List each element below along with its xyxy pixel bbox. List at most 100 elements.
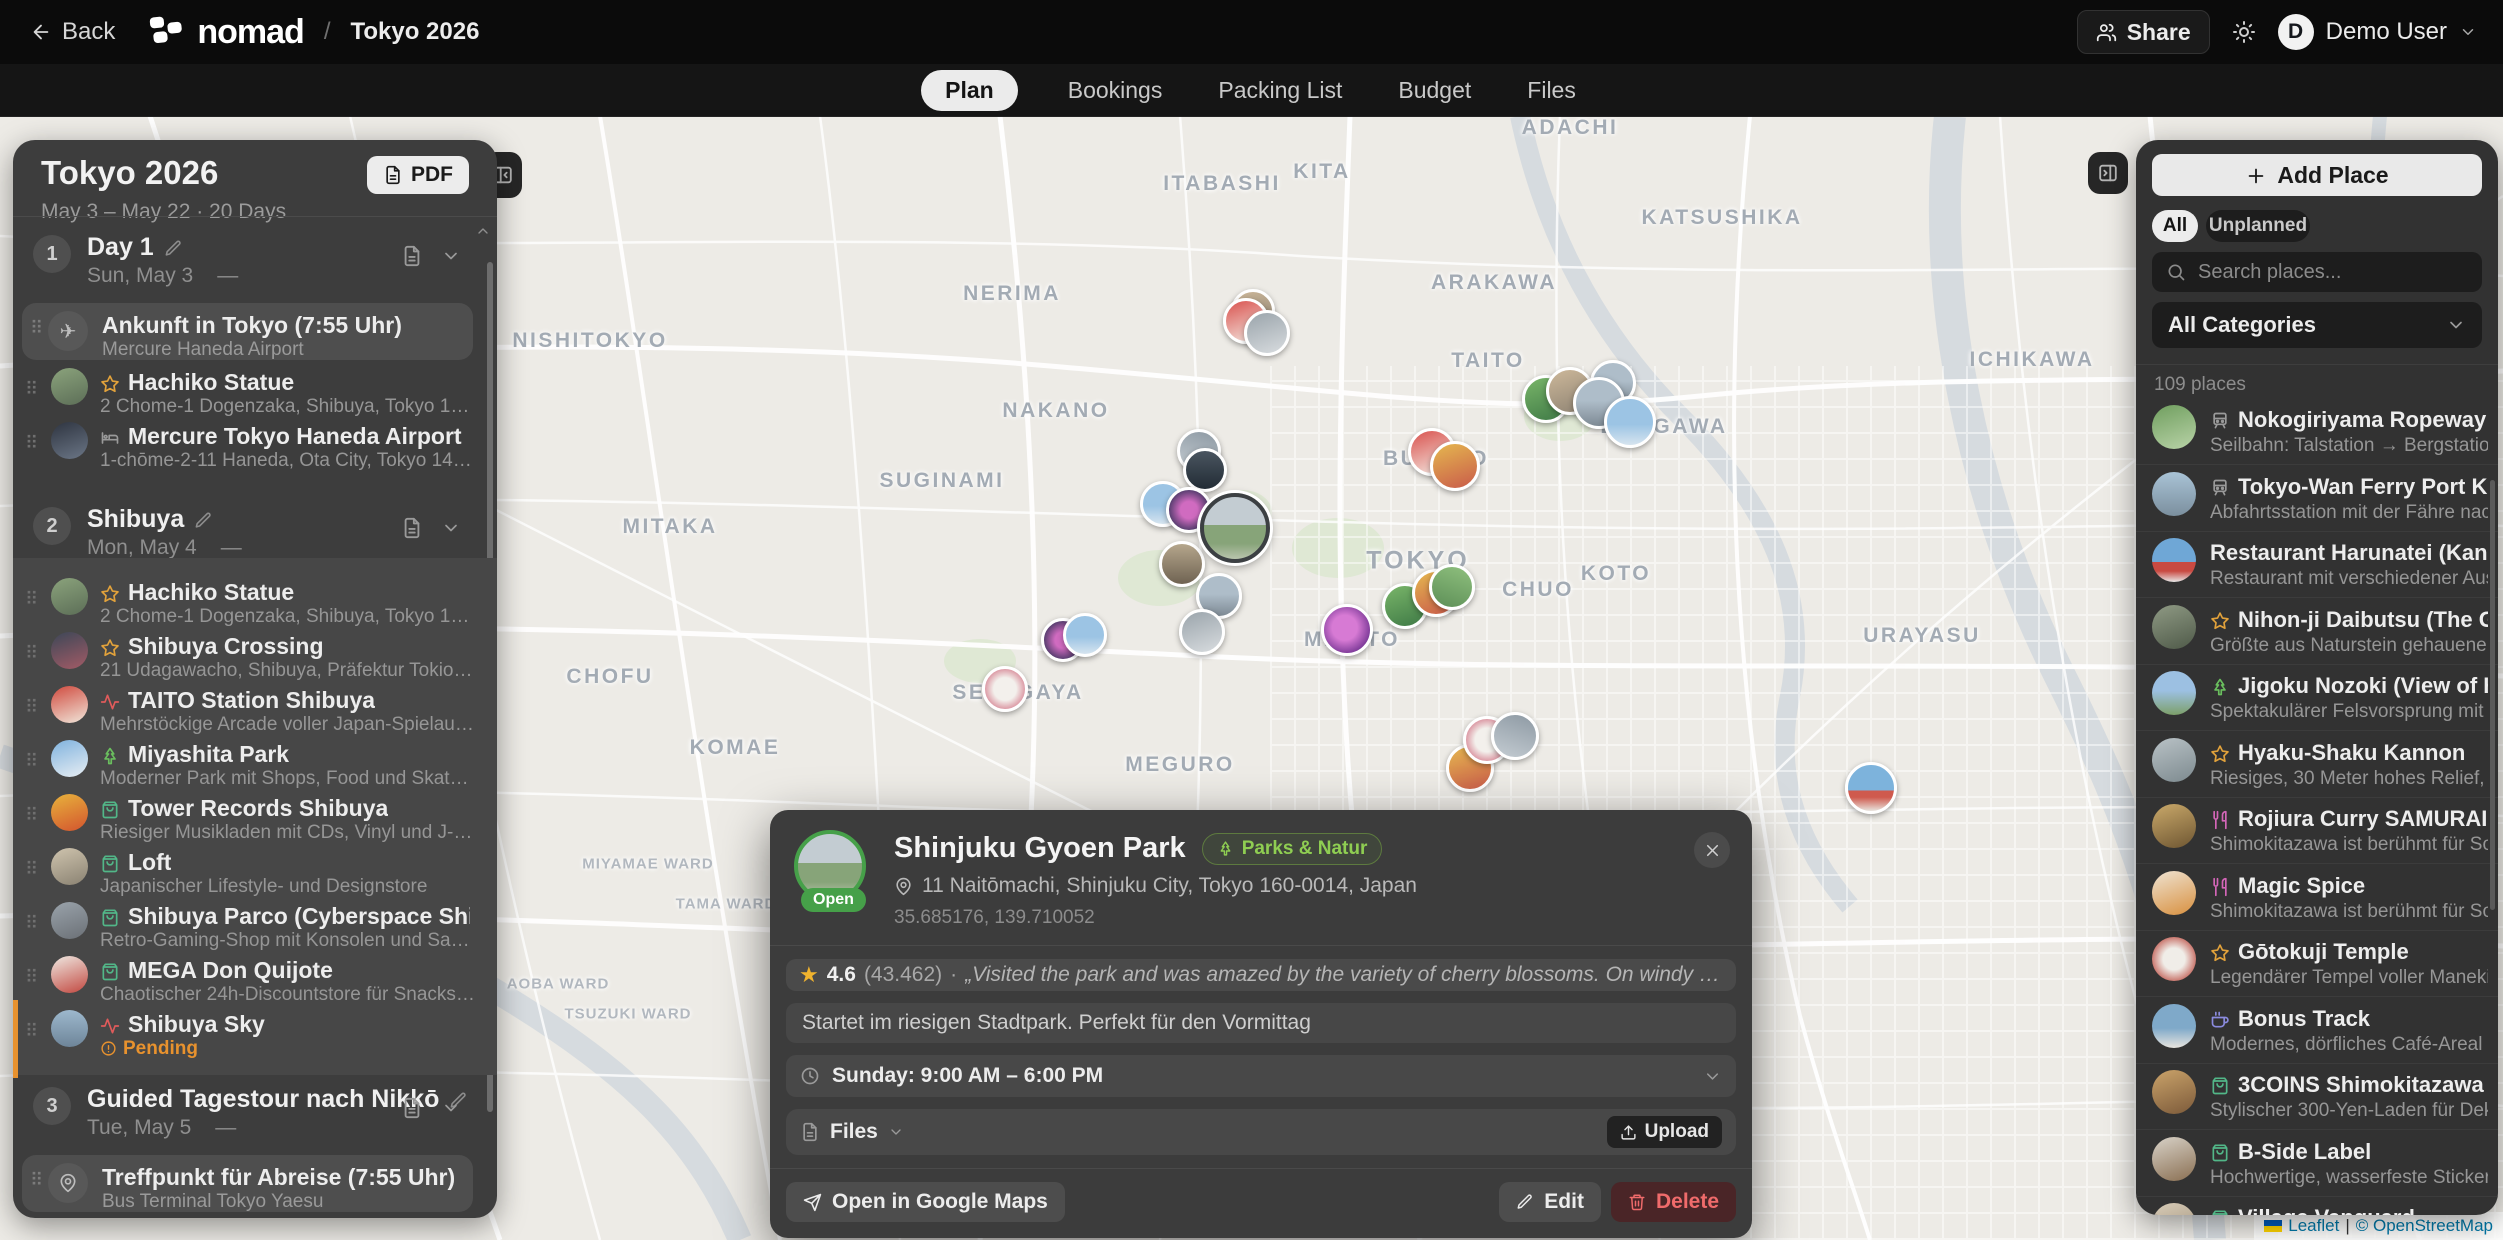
drag-handle[interactable]: ⠿ — [25, 643, 36, 664]
filter-all[interactable]: All — [2152, 210, 2198, 242]
drag-handle[interactable]: ⠿ — [25, 433, 36, 454]
place-list-item[interactable]: Hyaku-Shaku Kannon Riesiges, 30 Meter ho… — [2136, 731, 2498, 798]
day-date: Tue, May 5— — [87, 1116, 236, 1140]
place-list-item[interactable]: B-Side Label Hochwertige, wasserfeste St… — [2136, 1130, 2498, 1197]
place-list-item[interactable]: Magic Spice Shimokitazawa ist berühmt fü… — [2136, 864, 2498, 931]
edit-day-icon[interactable] — [164, 233, 183, 261]
delete-button[interactable]: Delete — [1611, 1182, 1736, 1222]
place-photo — [2152, 871, 2196, 915]
place-list-item[interactable]: Restaurant Harunatei (Kanaya Po... Resta… — [2136, 531, 2498, 598]
filter-unplanned[interactable]: Unplanned — [2206, 210, 2310, 242]
place-photo — [2152, 1137, 2196, 1181]
place-list-item[interactable]: Village Vanguard — [2136, 1196, 2498, 1215]
map-marker-photo[interactable] — [1604, 396, 1656, 448]
tab-packing-list[interactable]: Packing List — [1212, 70, 1348, 111]
day-notes-icon[interactable] — [401, 517, 423, 539]
map-marker-photo[interactable] — [1063, 613, 1107, 657]
place-list-item[interactable]: Nihon-ji Daibutsu (The Great ... Größte … — [2136, 598, 2498, 665]
map-marker-photo[interactable] — [1429, 564, 1475, 610]
star-icon — [2210, 607, 2230, 633]
tab-budget[interactable]: Budget — [1392, 70, 1477, 111]
itinerary-place[interactable]: ⠿ Loft Japanischer Lifestyle- und Design… — [13, 846, 497, 900]
map-marker-photo[interactable] — [1183, 448, 1227, 492]
place-photo — [51, 686, 88, 723]
edit-button[interactable]: Edit — [1499, 1182, 1601, 1222]
drag-handle[interactable]: ⠿ — [25, 967, 36, 988]
upload-button[interactable]: Upload — [1607, 1116, 1722, 1148]
map-marker-photo[interactable] — [1159, 541, 1205, 587]
trip-dates: May 3 – May 22 · 20 Days — [41, 200, 286, 224]
itinerary-activity[interactable]: ⠿ ✈ Ankunft in Tokyo (7:55 Uhr) Mercure … — [22, 303, 473, 360]
itinerary-place[interactable]: ⠿ TAITO Station Shibuya Mehrstöckige Arc… — [13, 684, 497, 738]
drag-handle[interactable]: ⠿ — [25, 697, 36, 718]
tab-files[interactable]: Files — [1521, 70, 1582, 111]
note-input[interactable] — [800, 1010, 1722, 1036]
collapse-right-panel-button[interactable] — [2088, 152, 2128, 194]
add-place-button[interactable]: Add Place — [2152, 154, 2482, 196]
app-logo[interactable]: nomad — [149, 13, 303, 52]
tab-plan[interactable]: Plan — [921, 70, 1018, 111]
day-notes-icon[interactable] — [401, 1097, 423, 1119]
map-marker-photo[interactable] — [1244, 310, 1290, 356]
itinerary-place[interactable]: ⠿ MEGA Don Quijote Chaotischer 24h-Disco… — [13, 954, 497, 1008]
itinerary-place[interactable]: ⠿ Shibuya Sky Pending — [13, 1008, 497, 1062]
osm-link[interactable]: © OpenStreetMap — [2356, 1216, 2493, 1236]
map-marker-photo[interactable] — [982, 666, 1028, 712]
day-number: 3 — [33, 1087, 71, 1125]
place-list-item[interactable]: Nokogiriyama Ropeway Sum... Seilbahn: Ta… — [2136, 398, 2498, 465]
day-notes-icon[interactable] — [401, 245, 423, 267]
chevron-down-icon[interactable] — [888, 1120, 904, 1144]
itinerary-activity[interactable]: ⠿ Treffpunkt für Abreise (7:55 Uhr) Bus … — [22, 1155, 473, 1212]
map-marker-photo[interactable] — [1321, 604, 1373, 656]
edit-day-icon[interactable] — [194, 505, 213, 533]
scroll-up-icon[interactable] — [475, 222, 491, 240]
place-photo — [2152, 738, 2196, 782]
leaflet-link[interactable]: Leaflet — [2288, 1216, 2339, 1236]
search-places-input[interactable] — [2196, 260, 2468, 285]
chevron-down-icon[interactable] — [441, 518, 461, 538]
itinerary-place[interactable]: ⠿ Mercure Tokyo Haneda Airport 1-chōme-2… — [13, 420, 497, 474]
back-button[interactable]: Back — [30, 18, 115, 46]
place-list-item[interactable]: Tokyo-Wan Ferry Port Kuriha... Abfahrtss… — [2136, 465, 2498, 532]
map-marker-selected[interactable] — [1200, 493, 1270, 563]
export-pdf-button[interactable]: PDF — [367, 156, 469, 194]
drag-handle[interactable]: ⠿ — [25, 805, 36, 826]
place-list-item[interactable]: Bonus Track Modernes, dörfliches Café-Ar… — [2136, 997, 2498, 1064]
chevron-down-icon[interactable] — [441, 246, 461, 266]
itinerary-place[interactable]: ⠿ Shibuya Parco (Cyberspace Shibuya) Ret… — [13, 900, 497, 954]
place-list-item[interactable]: Gōtokuji Temple Legendärer Tempel voller… — [2136, 930, 2498, 997]
breadcrumb-separator: / — [324, 18, 331, 46]
map-marker-photo[interactable] — [1430, 441, 1480, 491]
map-marker-photo[interactable] — [1491, 712, 1539, 760]
itinerary-place[interactable]: ⠿ Tower Records Shibuya Riesiger Musikla… — [13, 792, 497, 846]
drag-handle[interactable]: ⠿ — [25, 379, 36, 400]
share-button[interactable]: Share — [2077, 10, 2210, 54]
drag-handle[interactable]: ⠿ — [30, 1170, 41, 1191]
map-label: MIYAMAE WARD — [582, 856, 713, 873]
close-icon[interactable] — [1694, 832, 1730, 868]
place-list-item[interactable]: Rojiura Curry SAMURAI. Shim... Shimokita… — [2136, 797, 2498, 864]
opening-hours-row[interactable]: Sunday: 9:00 AM – 6:00 PM — [786, 1055, 1736, 1097]
itinerary-place[interactable]: ⠿ Hachiko Statue 2 Chome-1 Dogenzaka, Sh… — [13, 576, 497, 630]
theme-toggle-icon[interactable] — [2232, 20, 2256, 44]
drag-handle[interactable]: ⠿ — [25, 859, 36, 880]
places-scrollbar[interactable] — [2490, 480, 2495, 910]
drag-handle[interactable]: ⠿ — [25, 1021, 36, 1042]
tab-bookings[interactable]: Bookings — [1062, 70, 1169, 111]
chevron-down-icon[interactable] — [441, 1098, 461, 1118]
place-list-item[interactable]: Jigoku Nozoki (View of Hell) Spektakulär… — [2136, 664, 2498, 731]
drag-handle[interactable]: ⠿ — [25, 751, 36, 772]
itinerary-place[interactable]: ⠿ Shibuya Crossing 21 Udagawacho, Shibuy… — [13, 630, 497, 684]
place-list-item[interactable]: 3COINS Shimokitazawa Stylischer 300-Yen-… — [2136, 1063, 2498, 1130]
drag-handle[interactable]: ⠿ — [25, 589, 36, 610]
star-icon — [2210, 740, 2230, 766]
drag-handle[interactable]: ⠿ — [30, 318, 41, 339]
drag-handle[interactable]: ⠿ — [25, 913, 36, 934]
user-menu[interactable]: D Demo User — [2278, 14, 2477, 50]
category-dropdown[interactable]: All Categories — [2152, 302, 2482, 348]
map-marker-photo[interactable] — [1179, 609, 1225, 655]
open-google-maps-button[interactable]: Open in Google Maps — [786, 1182, 1065, 1222]
itinerary-place[interactable]: ⠿ Miyashita Park Moderner Park mit Shops… — [13, 738, 497, 792]
itinerary-place[interactable]: ⠿ Hachiko Statue 2 Chome-1 Dogenzaka, Sh… — [13, 366, 497, 420]
map-marker-photo[interactable] — [1845, 762, 1897, 814]
